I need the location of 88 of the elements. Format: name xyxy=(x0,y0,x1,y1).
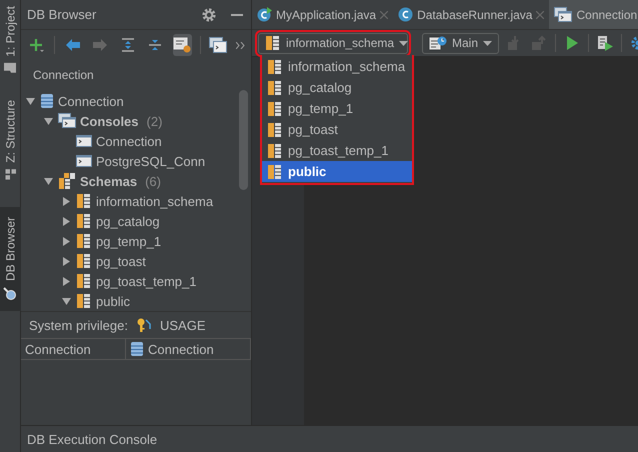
schema-option[interactable]: pg_toast_temp_1 xyxy=(262,140,412,161)
consoles-icon xyxy=(58,113,76,129)
class-icon xyxy=(398,7,414,22)
schema-icon xyxy=(76,273,92,289)
column-header: Connection xyxy=(21,339,126,359)
add-icon xyxy=(30,38,44,52)
schema-icon xyxy=(76,213,92,229)
scrollbar-thumb[interactable] xyxy=(239,90,248,190)
more-icon[interactable] xyxy=(236,42,246,48)
schema-option[interactable]: pg_temp_1 xyxy=(262,98,412,119)
tree-item[interactable]: public xyxy=(21,291,251,311)
session-icon xyxy=(429,36,447,50)
console-icon xyxy=(76,154,92,168)
properties-icon xyxy=(173,37,192,53)
privilege-label: System privilege: xyxy=(29,318,128,332)
key-icon xyxy=(136,317,152,333)
section-label: Connection xyxy=(33,68,94,82)
tree-item[interactable]: Connection xyxy=(21,131,251,151)
class-icon xyxy=(257,7,272,22)
database-icon xyxy=(40,93,54,109)
editor-tab[interactable]: DatabaseRunner.java xyxy=(393,0,550,29)
schema-icon xyxy=(267,100,283,116)
console-icon xyxy=(76,134,92,148)
schema-icon xyxy=(267,80,283,96)
run-file-icon xyxy=(597,35,614,51)
tree-item[interactable]: Connection xyxy=(21,91,251,111)
item-count: (6) xyxy=(145,174,161,188)
schema-icon xyxy=(76,293,92,309)
tree-item[interactable]: pg_catalog xyxy=(21,211,251,231)
database-icon xyxy=(130,341,144,357)
console-icon xyxy=(209,37,228,53)
schemas-icon xyxy=(58,172,76,190)
schema-icon xyxy=(267,58,283,74)
properties-button[interactable] xyxy=(172,34,192,56)
tree-item[interactable]: Schemas (6) xyxy=(21,171,251,191)
dropdown-arrow-icon xyxy=(483,40,492,46)
schema-icon xyxy=(76,233,92,249)
schema-option[interactable]: public xyxy=(262,161,412,182)
schema-icon xyxy=(265,35,281,51)
console-button[interactable] xyxy=(208,34,228,56)
schema-option[interactable]: information_schema xyxy=(262,56,412,77)
tree-item[interactable]: pg_toast xyxy=(21,251,251,271)
schema-icon xyxy=(76,193,92,209)
column-header: Connection xyxy=(126,339,251,359)
tree-item[interactable]: Consoles (2) xyxy=(21,111,251,131)
side-tab[interactable]: Z: Structure xyxy=(0,94,21,186)
expanded-arrow-icon[interactable] xyxy=(26,96,34,106)
structure-icon xyxy=(5,168,16,180)
editor-tab[interactable]: Connection xyxy=(549,0,638,29)
schema-icon xyxy=(76,253,92,269)
db-browser-icon xyxy=(4,287,18,302)
side-tab[interactable]: DB Browser xyxy=(0,207,21,312)
tree-item[interactable]: pg_temp_1 xyxy=(21,231,251,251)
editor-tab[interactable]: MyApplication.java xyxy=(252,0,394,29)
expand-all-icon xyxy=(120,38,135,52)
privilege-value: USAGE xyxy=(160,318,206,332)
tree-item[interactable]: PostgreSQL_Conn xyxy=(21,151,251,171)
schema-dropdown[interactable]: information_schema xyxy=(258,32,408,54)
schema-option[interactable]: pg_toast xyxy=(262,119,412,140)
rollback-icon xyxy=(531,35,548,51)
settings-icon[interactable] xyxy=(201,6,217,22)
dropdown-arrow-icon xyxy=(399,40,408,46)
collapse-all-icon xyxy=(148,38,162,52)
item-count: (2) xyxy=(146,114,162,128)
session-dropdown[interactable]: Main xyxy=(422,32,500,54)
expanded-arrow-icon[interactable] xyxy=(44,116,52,126)
schema-icon xyxy=(267,122,283,138)
tree-item[interactable]: pg_toast_temp_1 xyxy=(21,271,251,291)
side-tab[interactable]: 1: Project xyxy=(0,0,21,80)
run-icon xyxy=(564,35,580,51)
collapsed-arrow-icon[interactable] xyxy=(62,236,70,246)
tree-item[interactable]: information_schema xyxy=(21,191,251,211)
chevrons-icon xyxy=(236,42,246,48)
folder-icon xyxy=(4,62,16,74)
schema-icon xyxy=(267,164,283,180)
consoles-icon xyxy=(554,6,572,22)
collapsed-arrow-icon[interactable] xyxy=(62,216,70,226)
collapsed-arrow-icon[interactable] xyxy=(62,256,70,266)
expanded-arrow-icon[interactable] xyxy=(62,296,70,306)
expanded-arrow-icon[interactable] xyxy=(44,176,52,186)
forward-icon xyxy=(93,39,108,51)
tool-window-label[interactable]: DB Execution Console xyxy=(27,432,158,446)
collapsed-arrow-icon[interactable] xyxy=(62,276,70,286)
collapsed-arrow-icon[interactable] xyxy=(62,196,70,206)
back-icon xyxy=(66,39,80,51)
panel-title: DB Browser xyxy=(27,7,98,22)
schema-option[interactable]: pg_catalog xyxy=(262,77,412,98)
schema-icon xyxy=(267,142,283,158)
